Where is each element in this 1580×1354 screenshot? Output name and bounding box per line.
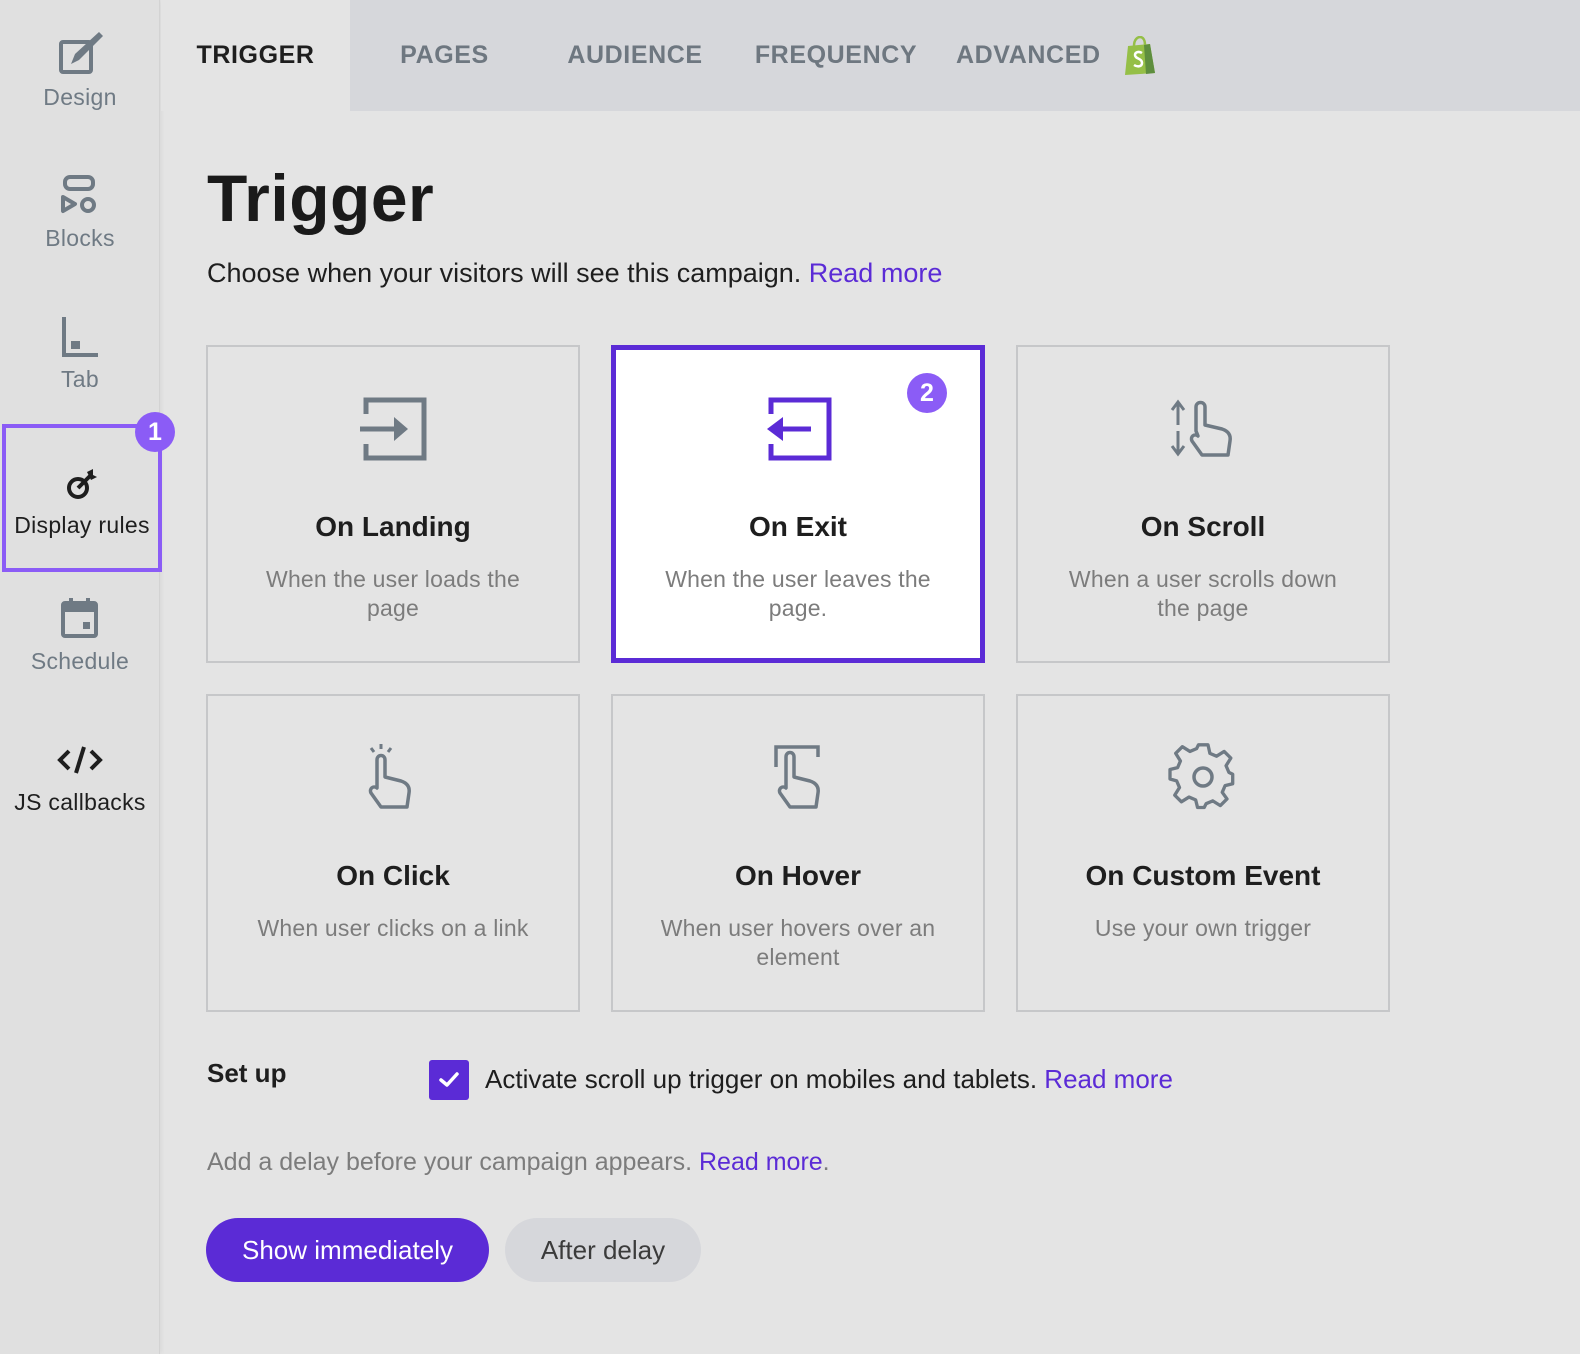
tab-bar: TRIGGER PAGES AUDIENCE FREQUENCY ADVANCE…: [161, 0, 1580, 111]
hover-hand-icon: [758, 740, 838, 816]
blocks-icon: [55, 171, 105, 221]
read-more-link[interactable]: Read more: [699, 1148, 823, 1176]
tab-advanced[interactable]: ADVANCED: [956, 0, 1186, 111]
scroll-hand-icon: [1163, 391, 1243, 467]
trigger-card-on-exit[interactable]: On Exit When the user leaves the page. 2: [611, 345, 985, 663]
setup-label: Set up: [207, 1058, 287, 1088]
sidebar-item-design[interactable]: Design: [0, 0, 160, 141]
tab-advanced-label: ADVANCED: [956, 41, 1101, 69]
delay-text-suffix: .: [822, 1148, 830, 1176]
subtitle-text: Choose when your visitors will see this …: [207, 258, 802, 288]
card-title: On Custom Event: [1085, 860, 1321, 891]
sidebar-item-label: Tab: [61, 366, 99, 392]
after-delay-button[interactable]: After delay: [505, 1218, 701, 1282]
sidebar-item-display-rules[interactable]: Display rules: [2, 424, 162, 572]
card-description: Use your own trigger: [1094, 915, 1312, 941]
sidebar-item-label: Blocks: [45, 225, 115, 251]
click-hand-icon: [353, 740, 433, 816]
trigger-card-on-landing[interactable]: On Landing When the user loads the page: [206, 345, 580, 663]
card-title: On Scroll: [1140, 511, 1266, 542]
sidebar-item-js-callbacks[interactable]: JS callbacks: [0, 705, 160, 846]
sidebar: Design Blocks Tab Display rules Schedule…: [0, 0, 162, 1354]
card-description: When user hovers over an element: [660, 915, 936, 970]
page-subtitle: Choose when your visitors will see this …: [207, 258, 942, 289]
sidebar-item-label: JS callbacks: [14, 789, 146, 815]
sidebar-item-schedule[interactable]: Schedule: [0, 564, 160, 705]
card-description: When the user leaves the page.: [665, 566, 931, 621]
trigger-card-on-click[interactable]: On Click When user clicks on a link: [206, 694, 580, 1012]
delay-text: Add a delay before your campaign appears…: [207, 1148, 693, 1176]
card-title: On Click: [336, 860, 450, 891]
calendar-icon: [55, 594, 105, 644]
card-title: On Landing: [315, 511, 471, 542]
tab-pages[interactable]: PAGES: [367, 0, 522, 111]
checkmark-icon: [438, 1071, 460, 1089]
display-rules-icon: [57, 458, 107, 508]
sidebar-item-tab[interactable]: Tab: [0, 282, 160, 423]
tab-trigger[interactable]: TRIGGER: [161, 0, 350, 111]
read-more-link[interactable]: Read more: [809, 258, 943, 288]
page-title: Trigger: [207, 161, 435, 235]
checkbox-text: Activate scroll up trigger on mobiles an…: [485, 1064, 1038, 1094]
shopify-bag-icon: [1123, 35, 1157, 76]
sidebar-item-label: Schedule: [30, 648, 130, 674]
gear-icon: [1163, 740, 1243, 816]
step-badge: 1: [135, 412, 175, 452]
design-brush-icon: [55, 30, 105, 80]
sidebar-item-blocks[interactable]: Blocks: [0, 141, 160, 282]
card-description: When a user scrolls down the page: [1068, 566, 1338, 621]
tab-icon: [55, 312, 105, 362]
trigger-card-on-scroll[interactable]: On Scroll When a user scrolls down the p…: [1016, 345, 1390, 663]
code-icon: [55, 735, 105, 785]
card-description: When the user loads the page: [266, 566, 520, 621]
enter-arrow-icon: [353, 391, 433, 467]
exit-arrow-icon: [758, 391, 838, 467]
delay-description: Add a delay before your campaign appears…: [207, 1148, 830, 1177]
sidebar-item-label: Display rules: [14, 511, 150, 538]
step-badge: 2: [907, 373, 947, 413]
sidebar-item-label: Design: [43, 84, 117, 110]
card-title: On Exit: [748, 511, 847, 542]
trigger-card-on-custom-event[interactable]: On Custom Event Use your own trigger: [1016, 694, 1390, 1012]
card-title: On Hover: [734, 860, 862, 891]
tab-frequency[interactable]: FREQUENCY: [746, 0, 926, 111]
trigger-card-on-hover[interactable]: On Hover When user hovers over an elemen…: [611, 694, 985, 1012]
show-immediately-button[interactable]: Show immediately: [206, 1218, 489, 1282]
scroll-up-checkbox-label: Activate scroll up trigger on mobiles an…: [485, 1064, 1173, 1095]
scroll-up-checkbox[interactable]: [429, 1060, 469, 1100]
tab-audience[interactable]: AUDIENCE: [548, 0, 722, 111]
card-description: When user clicks on a link: [257, 915, 529, 941]
read-more-link[interactable]: Read more: [1044, 1064, 1173, 1094]
